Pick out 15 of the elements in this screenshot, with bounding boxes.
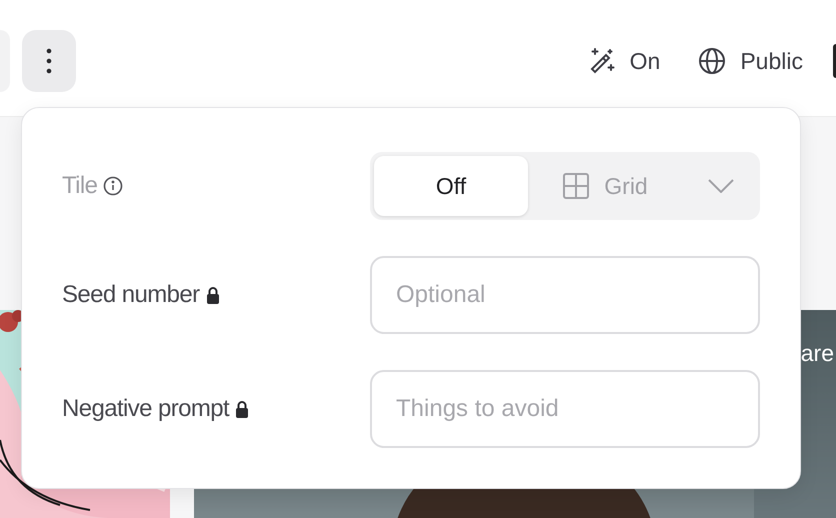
info-icon[interactable] [103,176,124,196]
grid-icon [562,172,590,200]
input-field[interactable]: Things to avoid [370,370,760,448]
image-caption: are [800,340,834,367]
caret-icon[interactable] [708,179,734,193]
field-label: Negative prompt [62,395,230,423]
more-icon [46,48,52,74]
field-label: Seed number [62,281,200,309]
magic-toggle[interactable]: On [588,47,660,75]
more-button[interactable] [22,30,76,92]
globe-icon [698,47,726,75]
visibility-button[interactable]: Public [698,47,803,75]
input-field[interactable]: Optional [370,256,760,334]
toolbar-button[interactable] [833,44,836,78]
tile-label: Tile [62,172,98,200]
